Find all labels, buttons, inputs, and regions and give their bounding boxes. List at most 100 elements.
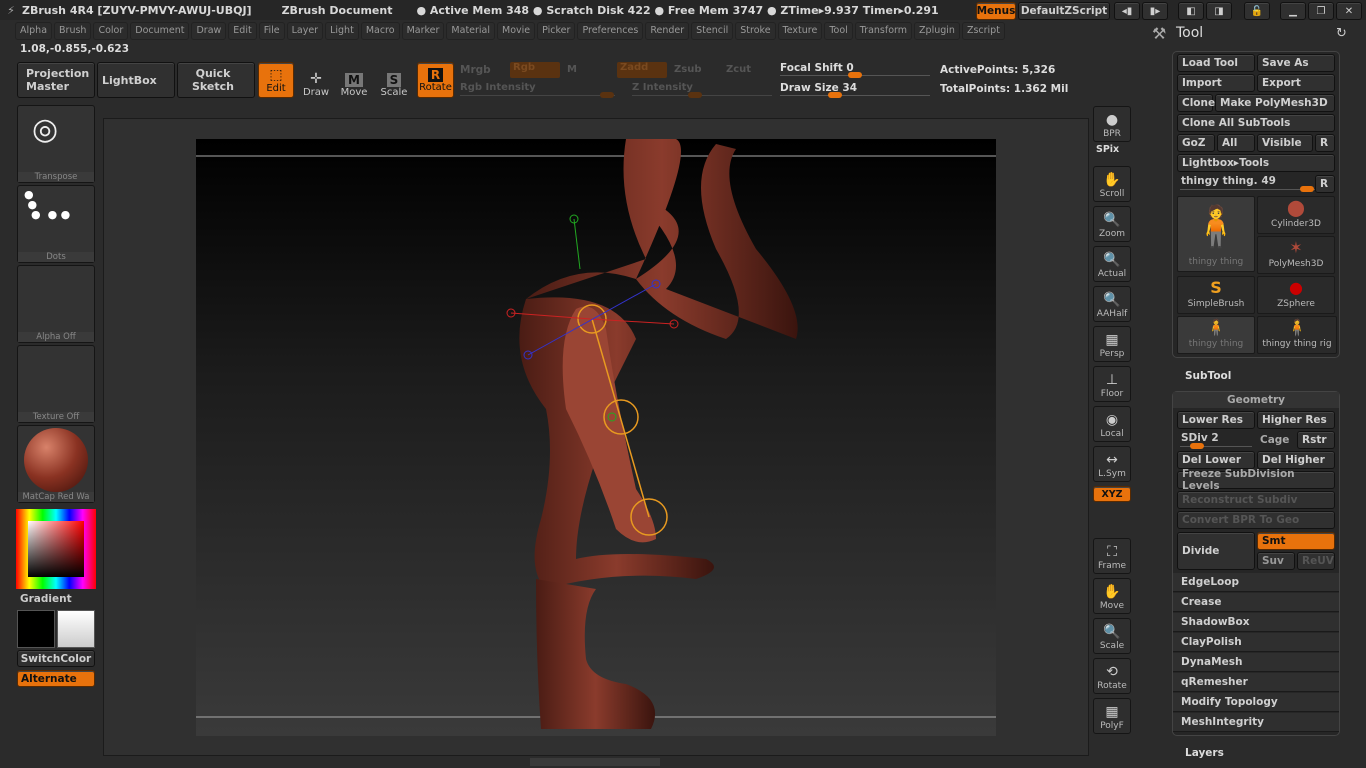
convert-bpr-button[interactable]: Convert BPR To Geo — [1177, 511, 1335, 529]
menu-layer[interactable]: Layer — [286, 22, 324, 40]
subpanel-dynamesh[interactable]: DynaMesh — [1173, 653, 1339, 672]
subpanel-shadowbox[interactable]: ShadowBox — [1173, 613, 1339, 632]
secondary-color-swatch[interactable] — [57, 610, 95, 648]
layout-prev-icon[interactable]: ◧ — [1178, 2, 1204, 20]
make-polymesh3d-button[interactable]: Make PolyMesh3D — [1215, 94, 1335, 112]
lock-icon[interactable]: 🔓 — [1244, 2, 1270, 20]
rotate-button[interactable]: ⟲ Rotate — [1093, 658, 1131, 694]
shrink-icon[interactable]: ◂▮ — [1114, 2, 1140, 20]
save-as-button[interactable]: Save As — [1257, 54, 1335, 72]
close-icon[interactable]: ✕ — [1336, 2, 1362, 20]
rgb-button[interactable]: Rgb — [510, 62, 560, 78]
z-intensity-slider[interactable] — [632, 92, 772, 98]
minimize-icon[interactable]: ▁ — [1280, 2, 1306, 20]
menu-macro[interactable]: Macro — [360, 22, 400, 40]
zsub-button[interactable]: Zsub — [674, 64, 701, 75]
color-saturation-square[interactable] — [28, 521, 84, 577]
switch-color-button[interactable]: SwitchColor — [17, 650, 95, 667]
menu-alpha[interactable]: Alpha — [15, 22, 53, 40]
menu-preferences[interactable]: Preferences — [577, 22, 644, 40]
menu-edit[interactable]: Edit — [228, 22, 257, 40]
tool-thumbnail[interactable]: ● ZSphere — [1257, 276, 1335, 314]
menu-transform[interactable]: Transform — [854, 22, 913, 40]
main-color-swatch[interactable] — [17, 610, 55, 648]
layout-next-icon[interactable]: ◨ — [1206, 2, 1232, 20]
cage-button[interactable]: Cage — [1260, 434, 1289, 446]
spix-button[interactable]: SPix — [1096, 144, 1119, 155]
menu-light[interactable]: Light — [325, 22, 359, 40]
move-button[interactable]: M Move — [336, 62, 372, 98]
geometry-panel-header[interactable]: Geometry — [1173, 392, 1339, 408]
clone-button[interactable]: Clone — [1177, 94, 1215, 112]
slider-handle[interactable] — [1190, 443, 1204, 449]
export-button[interactable]: Export — [1257, 74, 1335, 92]
document-canvas[interactable] — [196, 139, 996, 736]
tool-thumbnail[interactable]: S SimpleBrush — [1177, 276, 1255, 314]
3d-model-viewport[interactable] — [196, 139, 996, 736]
draw-size-slider[interactable] — [780, 92, 930, 98]
local-button[interactable]: ◉ Local — [1093, 406, 1131, 442]
menu-texture[interactable]: Texture — [777, 22, 823, 40]
layers-panel-header[interactable]: Layers — [1185, 747, 1224, 759]
zcut-button[interactable]: Zcut — [726, 64, 751, 75]
polyf-button[interactable]: ▦ PolyF — [1093, 698, 1131, 734]
menu-stencil[interactable]: Stencil — [691, 22, 734, 40]
alternate-button[interactable]: Alternate — [17, 670, 95, 687]
menu-file[interactable]: File — [258, 22, 285, 40]
quick-sketch-button[interactable]: Quick Sketch — [177, 62, 255, 98]
restore-icon[interactable]: ❐ — [1308, 2, 1334, 20]
tool-thumbnail[interactable]: ✶ PolyMesh3D — [1257, 236, 1335, 274]
subtool-panel-header[interactable]: SubTool — [1185, 370, 1231, 382]
menu-zplugin[interactable]: Zplugin — [914, 22, 960, 40]
actual-button[interactable]: 🔍 Actual — [1093, 246, 1131, 282]
draw-button[interactable]: ✛ Draw — [298, 62, 334, 98]
menu-marker[interactable]: Marker — [401, 22, 445, 40]
move-button[interactable]: ✋ Move — [1093, 578, 1131, 614]
goz-visible-button[interactable]: Visible — [1257, 134, 1313, 152]
divide-button[interactable]: Divide — [1177, 532, 1255, 570]
default-zscript-button[interactable]: DefaultZScript — [1018, 2, 1110, 20]
character-model[interactable] — [519, 139, 798, 729]
del-lower-button[interactable]: Del Lower — [1177, 451, 1255, 469]
slider-handle[interactable] — [848, 72, 862, 78]
menu-picker[interactable]: Picker — [537, 22, 576, 40]
transpose-button[interactable]: ◎ Transpose — [17, 105, 95, 183]
scroll-button[interactable]: ✋ Scroll — [1093, 166, 1131, 202]
slider-handle[interactable] — [1300, 186, 1314, 192]
subpanel-meshintegrity[interactable]: MeshIntegrity — [1173, 713, 1339, 732]
subpanel-modify-topology[interactable]: Modify Topology — [1173, 693, 1339, 712]
expand-icon[interactable]: ▮▸ — [1142, 2, 1168, 20]
texture-button[interactable]: Texture Off — [17, 345, 95, 423]
goz-button[interactable]: GoZ — [1177, 134, 1215, 152]
projection-master-button[interactable]: Projection Master — [17, 62, 95, 98]
sdiv-slider[interactable] — [1180, 443, 1252, 449]
lightbox-tools-button[interactable]: Lightbox▸Tools — [1177, 154, 1335, 172]
goz-r-button[interactable]: R — [1315, 134, 1335, 152]
rstr-button[interactable]: Rstr — [1297, 431, 1335, 449]
menu-color[interactable]: Color — [93, 22, 129, 40]
floor-button[interactable]: ⊥ Floor — [1093, 366, 1131, 402]
slider-handle[interactable] — [828, 92, 842, 98]
m-button[interactable]: M — [567, 64, 577, 75]
menu-movie[interactable]: Movie — [497, 22, 536, 40]
subpanel-claypolish[interactable]: ClayPolish — [1173, 633, 1339, 652]
current-tool-slider[interactable] — [1180, 186, 1315, 192]
zoom-button[interactable]: 🔍 Zoom — [1093, 206, 1131, 242]
scale-button[interactable]: S Scale — [376, 62, 412, 98]
freeze-subdivision-button[interactable]: Freeze SubDivision Levels — [1177, 468, 1335, 492]
menu-stroke[interactable]: Stroke — [735, 22, 776, 40]
menu-brush[interactable]: Brush — [54, 22, 92, 40]
rgb-intensity-slider[interactable] — [460, 92, 615, 98]
subpanel-qremesher[interactable]: qRemesher — [1173, 673, 1339, 692]
tool-panel-title[interactable]: Tool — [1176, 25, 1203, 41]
rotate-button[interactable]: R Rotate — [417, 62, 454, 98]
reconstruct-subdiv-button[interactable]: Reconstruct Subdiv — [1177, 491, 1335, 509]
tool-thumbnail[interactable]: 🧍 thingy thing — [1177, 316, 1255, 354]
lower-res-button[interactable]: Lower Res — [1177, 411, 1255, 429]
tool-thumbnail[interactable]: 🧍 thingy thing rig — [1257, 316, 1337, 354]
zadd-button[interactable]: Zadd — [617, 62, 667, 78]
del-higher-button[interactable]: Del Higher — [1257, 451, 1335, 469]
menus-button[interactable]: Menus — [976, 2, 1016, 20]
tool-thumbnail[interactable]: ⬤ Cylinder3D — [1257, 196, 1335, 234]
scale-button[interactable]: 🔍 Scale — [1093, 618, 1131, 654]
